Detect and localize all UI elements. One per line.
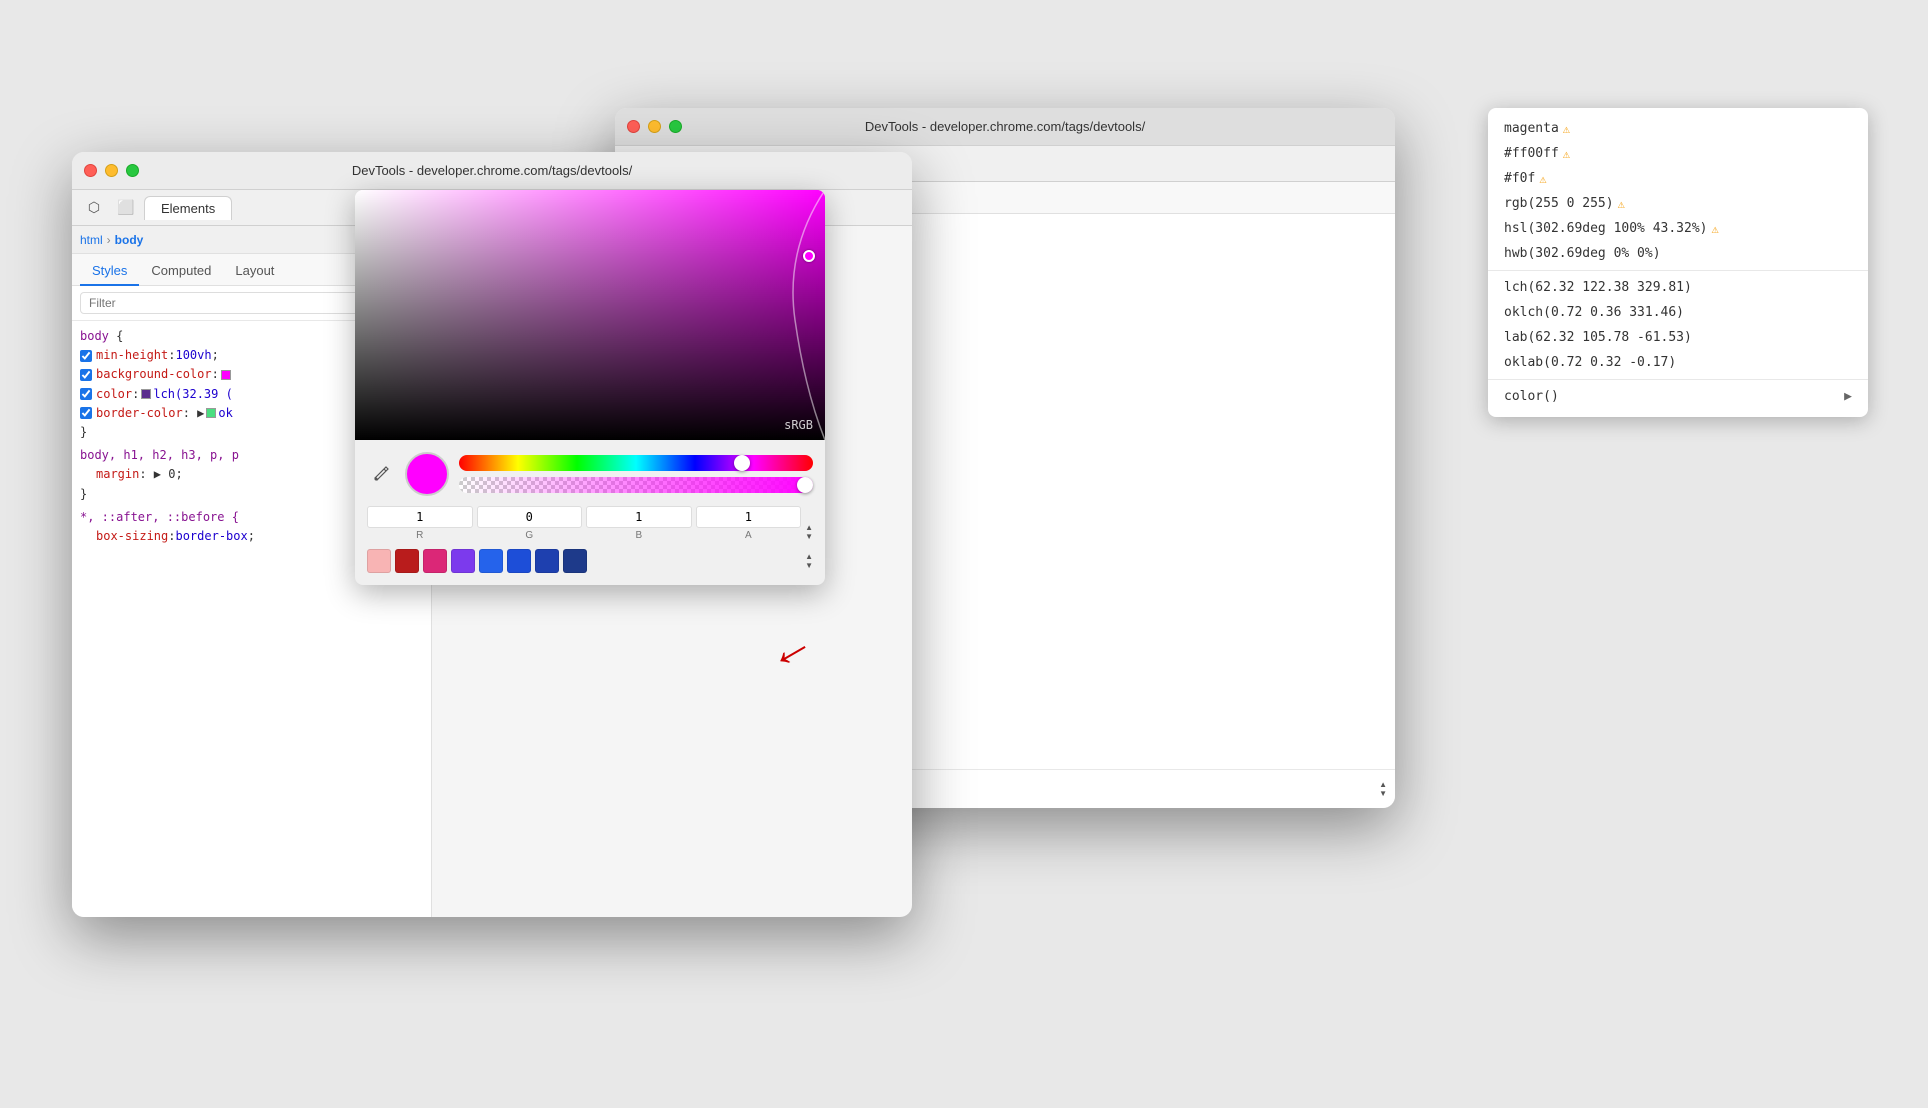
color-repr-magenta[interactable]: magenta ⚠ [1488, 116, 1868, 141]
swatch-2[interactable] [423, 549, 447, 573]
swatch-0[interactable] [367, 549, 391, 573]
bgcolor-swatch[interactable] [221, 370, 231, 380]
bordercolor-swatch[interactable] [206, 408, 216, 418]
swatch-6[interactable] [535, 549, 559, 573]
a-field: 1 A [696, 506, 802, 541]
warning-icon-0: ⚠ [1563, 122, 1570, 136]
eyedropper-button[interactable] [367, 460, 395, 488]
color-repr-hex3[interactable]: #f0f ⚠ [1488, 166, 1868, 191]
cursor-icon-front[interactable]: ⬡ [80, 194, 108, 222]
warning-icon-2: ⚠ [1539, 172, 1546, 186]
separator-1 [1488, 270, 1868, 271]
breadcrumb-sep: › [107, 233, 111, 247]
close-button-back[interactable] [627, 120, 640, 133]
color-repr-oklab[interactable]: oklab(0.72 0.32 -0.17) [1488, 350, 1868, 375]
breadcrumb-html[interactable]: html [80, 233, 103, 247]
traffic-lights-back[interactable] [627, 120, 682, 133]
swatch-3[interactable] [451, 549, 475, 573]
b-input[interactable]: 1 [586, 506, 692, 528]
titlebar-back: DevTools - developer.chrome.com/tags/dev… [615, 108, 1395, 146]
sliders-container [459, 455, 813, 493]
tab-elements-front[interactable]: Elements [144, 196, 232, 220]
separator-2 [1488, 379, 1868, 380]
r-field: 1 R [367, 506, 473, 541]
titlebar-front: DevTools - developer.chrome.com/tags/dev… [72, 152, 912, 190]
bgcolor-checkbox[interactable] [80, 369, 92, 381]
color-preview [405, 452, 449, 496]
color-checkbox[interactable] [80, 388, 92, 400]
r-label: R [416, 530, 423, 541]
srgb-label: sRGB [784, 418, 813, 432]
rgba-inputs: 1 R 0 G 1 B 1 A ▲▼ [367, 506, 813, 541]
warning-icon-4: ⚠ [1712, 222, 1719, 236]
b-field: 1 B [586, 506, 692, 541]
swatch-4[interactable] [479, 549, 503, 573]
minimize-button-front[interactable] [105, 164, 118, 177]
r-input[interactable]: 1 [367, 506, 473, 528]
b-label: B [635, 530, 642, 541]
eyedropper-icon [372, 465, 390, 483]
a-input[interactable]: 1 [696, 506, 802, 528]
close-button-front[interactable] [84, 164, 97, 177]
color-picker-body: 1 R 0 G 1 B 1 A ▲▼ [355, 440, 825, 585]
color-repr-lch[interactable]: lch(62.32 122.38 329.81) [1488, 275, 1868, 300]
color-picker: sRGB [355, 190, 825, 585]
breadcrumb-body[interactable]: body [115, 233, 144, 247]
traffic-lights-front[interactable] [84, 164, 139, 177]
color-gradient[interactable]: sRGB [355, 190, 825, 440]
alpha-slider[interactable] [459, 477, 813, 493]
a-label: A [745, 530, 752, 541]
warning-icon-1: ⚠ [1563, 147, 1570, 161]
color-repr-hwb[interactable]: hwb(302.69deg 0% 0%) [1488, 241, 1868, 266]
sub-tab-layout[interactable]: Layout [223, 259, 286, 286]
hue-slider[interactable] [459, 455, 813, 471]
swatches-row: ▲▼ [367, 549, 813, 573]
warning-icon-3: ⚠ [1618, 197, 1625, 211]
color-dropdown: magenta ⚠ #ff00ff ⚠ #f0f ⚠ rgb(255 0 255… [1488, 108, 1868, 417]
swatch-1[interactable] [395, 549, 419, 573]
gradient-dark [355, 190, 825, 440]
swatches-scroll-arrows-back[interactable]: ▲▼ [1379, 780, 1387, 798]
minimize-button-back[interactable] [648, 120, 661, 133]
swatch-7[interactable] [563, 549, 587, 573]
g-input[interactable]: 0 [477, 506, 583, 528]
g-field: 0 G [477, 506, 583, 541]
color-swatch[interactable] [141, 389, 151, 399]
color-repr-rgb[interactable]: rgb(255 0 255) ⚠ [1488, 191, 1868, 216]
hue-thumb[interactable] [734, 455, 750, 471]
color-controls [367, 452, 813, 496]
minheight-checkbox[interactable] [80, 350, 92, 362]
titlebar-title-front: DevTools - developer.chrome.com/tags/dev… [352, 163, 632, 178]
bordercolor-checkbox[interactable] [80, 407, 92, 419]
color-repr-hex6[interactable]: #ff00ff ⚠ [1488, 141, 1868, 166]
alpha-thumb[interactable] [797, 477, 813, 493]
color-fn-arrow: ▶ [1844, 389, 1852, 404]
sub-tab-computed[interactable]: Computed [139, 259, 223, 286]
color-repr-oklch[interactable]: oklch(0.72 0.36 331.46) [1488, 300, 1868, 325]
color-repr-lab[interactable]: lab(62.32 105.78 -61.53) [1488, 325, 1868, 350]
mobile-icon-front[interactable]: ⬜ [112, 194, 140, 222]
g-label: G [525, 530, 533, 541]
color-repr-color-fn[interactable]: color() ▶ [1488, 384, 1868, 409]
swatch-5[interactable] [507, 549, 531, 573]
maximize-button-back[interactable] [669, 120, 682, 133]
maximize-button-front[interactable] [126, 164, 139, 177]
rgba-arrows[interactable]: ▲▼ [805, 523, 813, 541]
color-repr-hsl[interactable]: hsl(302.69deg 100% 43.32%) ⚠ [1488, 216, 1868, 241]
swatches-scroll-arrows[interactable]: ▲▼ [805, 552, 813, 570]
titlebar-title-back: DevTools - developer.chrome.com/tags/dev… [865, 119, 1145, 134]
color-cursor[interactable] [803, 250, 815, 262]
sub-tab-styles[interactable]: Styles [80, 259, 139, 286]
